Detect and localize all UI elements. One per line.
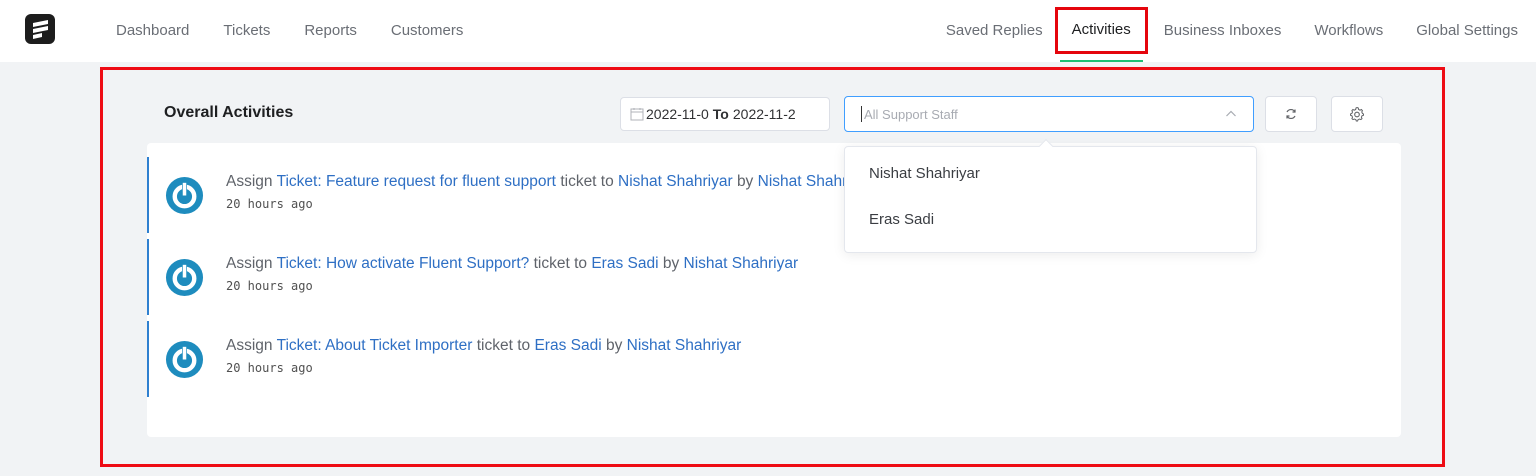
refresh-icon [1286, 108, 1296, 120]
staff-option-eras[interactable]: Eras Sadi [869, 211, 934, 228]
main-nav: Dashboard Tickets Reports Customers [116, 0, 463, 60]
page-title: Overall Activities [164, 104, 294, 121]
staff-dropdown-menu: Nishat Shahriyar Eras Sadi [844, 138, 1257, 253]
activity-mid: ticket to [476, 337, 531, 354]
nav-dashboard[interactable]: Dashboard [116, 22, 189, 39]
top-navigation: Dashboard Tickets Reports Customers Save… [0, 0, 1536, 62]
activity-action: Assign [226, 173, 273, 190]
activity-by: by [662, 255, 680, 272]
settings-button[interactable] [1331, 96, 1383, 132]
assignee-link[interactable]: Eras Sadi [591, 255, 658, 272]
active-tab-underline [1059, 59, 1143, 62]
activity-text: Assign Ticket: How activate Fluent Suppo… [226, 255, 798, 273]
activity-mid: ticket to [560, 173, 614, 190]
avatar [165, 176, 204, 215]
nav-saved-replies[interactable]: Saved Replies [946, 22, 1043, 39]
gear-icon [1350, 106, 1364, 122]
actor-link[interactable]: Nishat Shahriyar [684, 255, 799, 272]
nav-workflows[interactable]: Workflows [1314, 22, 1383, 39]
activity-time: 20 hours ago [226, 361, 313, 375]
nav-reports[interactable]: Reports [304, 22, 357, 39]
nav-activities-active[interactable]: Activities [1054, 6, 1148, 62]
activity-by: by [605, 337, 623, 354]
staff-select-placeholder: All Support Staff [864, 106, 958, 122]
ticket-link[interactable]: Ticket: About Ticket Importer [277, 337, 473, 354]
date-separator: To [712, 106, 729, 122]
avatar [165, 258, 204, 297]
staff-option-nishat[interactable]: Nishat Shahriyar [869, 165, 980, 182]
avatar [165, 340, 204, 379]
chevron-up-icon [1226, 110, 1236, 117]
calendar-icon [630, 108, 644, 121]
nav-activities[interactable]: Activities [1072, 21, 1131, 38]
activity-text: Assign Ticket: About Ticket Importer tic… [226, 337, 741, 355]
actor-link[interactable]: Nishat Shahriyar [627, 337, 742, 354]
support-staff-select[interactable]: All Support Staff [844, 96, 1254, 132]
activities-highlight-box: Activities [1054, 6, 1148, 54]
activity-mid: ticket to [533, 255, 588, 272]
secondary-nav: Saved Replies Activities Business Inboxe… [946, 0, 1518, 62]
refresh-button[interactable] [1265, 96, 1317, 132]
activity-text: Assign Ticket: Feature request for fluen… [226, 173, 872, 191]
activity-action: Assign [226, 255, 273, 272]
activity-item: Assign Ticket: About Ticket Importer tic… [147, 321, 1247, 397]
nav-customers[interactable]: Customers [391, 22, 464, 39]
activity-action: Assign [226, 337, 273, 354]
ticket-link[interactable]: Ticket: Feature request for fluent suppo… [277, 173, 556, 190]
nav-global-settings[interactable]: Global Settings [1416, 22, 1518, 39]
fluent-support-logo-icon[interactable] [25, 14, 55, 44]
date-start[interactable]: 2022-11-0 [646, 106, 709, 122]
nav-business-inboxes[interactable]: Business Inboxes [1164, 22, 1282, 39]
activity-by: by [736, 173, 754, 190]
text-cursor [861, 106, 862, 122]
ticket-link[interactable]: Ticket: How activate Fluent Support? [277, 255, 530, 272]
date-range-picker[interactable]: 2022-11-0 To 2022-11-2 [620, 97, 830, 131]
nav-tickets[interactable]: Tickets [223, 22, 270, 39]
activity-time: 20 hours ago [226, 197, 313, 211]
date-end[interactable]: 2022-11-2 [733, 106, 796, 122]
assignee-link[interactable]: Nishat Shahriyar [618, 173, 733, 190]
activity-time: 20 hours ago [226, 279, 313, 293]
assignee-link[interactable]: Eras Sadi [534, 337, 601, 354]
